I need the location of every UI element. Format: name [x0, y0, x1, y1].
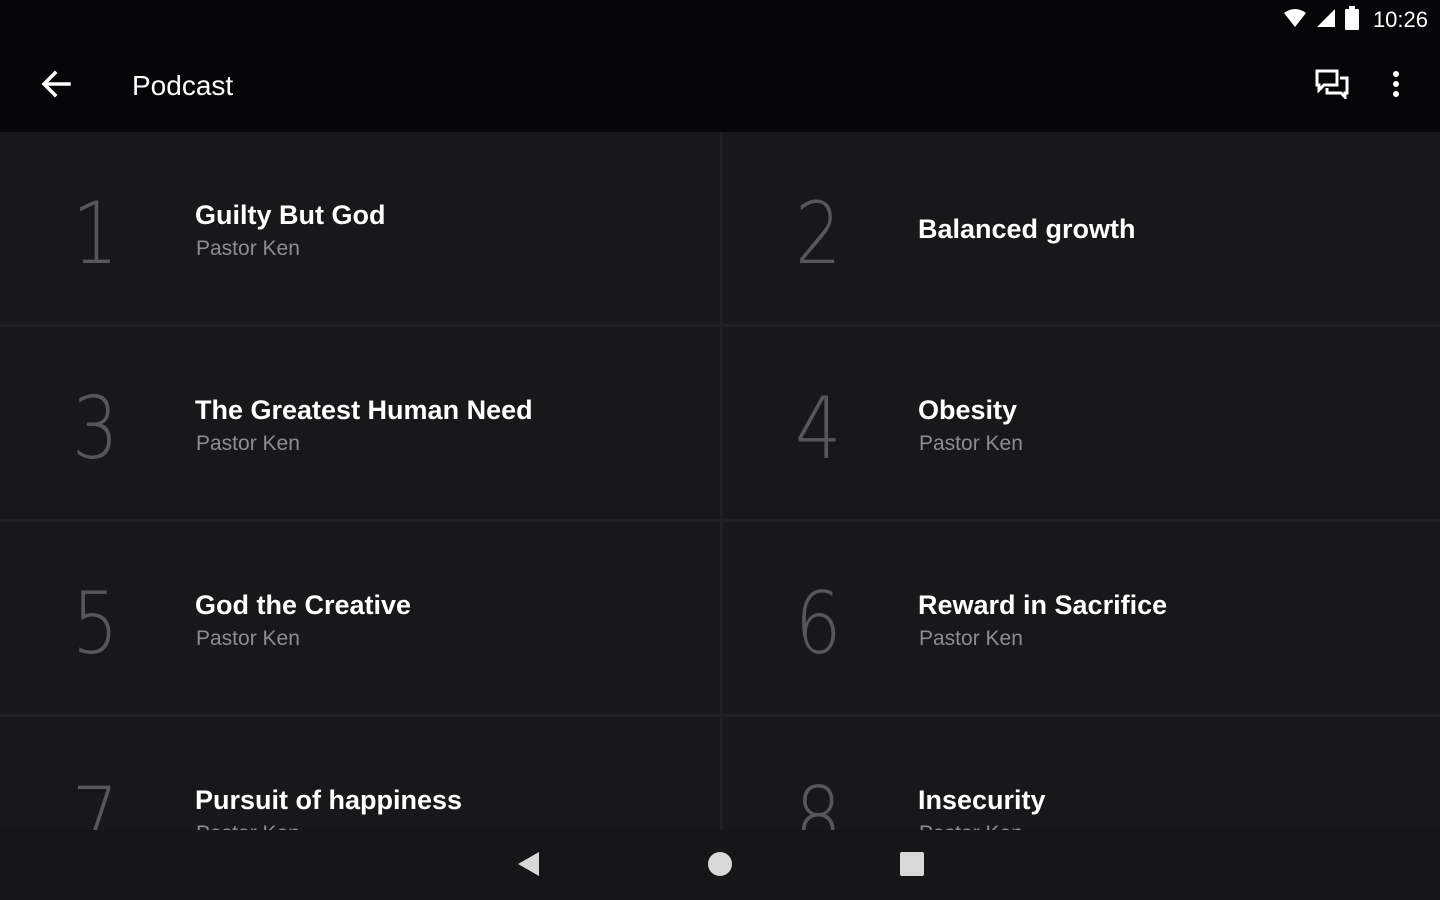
back-triangle-icon	[515, 850, 541, 883]
episode-number: 1	[72, 184, 119, 284]
episode-author: Pastor Ken	[196, 432, 300, 455]
episode-author: Pastor Ken	[196, 237, 300, 260]
more-vert-icon	[1392, 70, 1400, 103]
nav-back-button[interactable]	[504, 842, 552, 890]
chat-bubbles-icon	[1315, 69, 1349, 104]
episode-title: Balanced growth	[918, 214, 1136, 244]
episode-item[interactable]: 8 Insecurity Pastor Ken	[723, 717, 1440, 832]
episode-title: Obesity	[918, 395, 1018, 425]
episode-number: 6	[795, 574, 842, 674]
back-button[interactable]	[24, 54, 88, 118]
episode-title: Guilty But God	[195, 200, 386, 230]
episode-item[interactable]: 1 Guilty But God Pastor Ken	[0, 132, 720, 326]
episode-number: 5	[72, 574, 119, 674]
episode-title: Reward in Sacrifice	[918, 590, 1168, 620]
signal-icon	[1315, 7, 1337, 34]
arrow-back-icon	[41, 70, 71, 103]
nav-home-button[interactable]	[696, 842, 744, 890]
episode-author: Pastor Ken	[919, 627, 1023, 650]
navigation-bar	[0, 830, 1440, 900]
grid-divider-horizontal	[0, 519, 1440, 522]
wifi-icon	[1283, 7, 1307, 34]
episode-title: Pursuit of happiness	[195, 785, 463, 815]
episode-number: 3	[72, 379, 119, 479]
episode-item[interactable]: 5 God the Creative Pastor Ken	[0, 522, 720, 716]
chat-button[interactable]	[1300, 54, 1364, 118]
episode-title: God the Creative	[195, 590, 412, 620]
recents-square-icon	[899, 851, 925, 882]
battery-icon	[1344, 5, 1359, 35]
podcast-screen: 10:26 Podcast 1 Guilty But God Pastor Ke…	[0, 0, 1440, 900]
nav-recents-button[interactable]	[888, 842, 936, 890]
episode-author: Pastor Ken	[919, 432, 1023, 455]
episode-number: 4	[795, 379, 842, 479]
episode-number: 7	[72, 769, 119, 832]
episode-title: The Greatest Human Need	[195, 395, 533, 425]
episode-item[interactable]: 6 Reward in Sacrifice Pastor Ken	[723, 522, 1440, 716]
status-bar: 10:26	[0, 0, 1440, 40]
episode-item[interactable]: 3 The Greatest Human Need Pastor Ken	[0, 327, 720, 521]
episode-item[interactable]: 4 Obesity Pastor Ken	[723, 327, 1440, 521]
episode-title: Insecurity	[918, 785, 1046, 815]
episode-author: Pastor Ken	[196, 627, 300, 650]
episode-grid: 1 Guilty But God Pastor Ken 2 Balanced g…	[0, 132, 1440, 832]
grid-divider-horizontal	[0, 714, 1440, 717]
more-options-button[interactable]	[1366, 54, 1426, 118]
status-icons: 10:26	[1283, 5, 1428, 35]
status-time: 10:26	[1372, 7, 1428, 32]
app-bar: Podcast	[0, 40, 1440, 132]
page-title: Podcast	[132, 70, 234, 101]
episode-item[interactable]: 7 Pursuit of happiness Pastor Ken	[0, 717, 720, 832]
grid-divider-vertical	[720, 132, 723, 832]
episode-number: 8	[795, 769, 842, 832]
home-circle-icon	[707, 851, 733, 882]
episode-number: 2	[795, 184, 842, 284]
episode-item[interactable]: 2 Balanced growth	[723, 132, 1440, 326]
grid-divider-horizontal	[0, 324, 1440, 327]
